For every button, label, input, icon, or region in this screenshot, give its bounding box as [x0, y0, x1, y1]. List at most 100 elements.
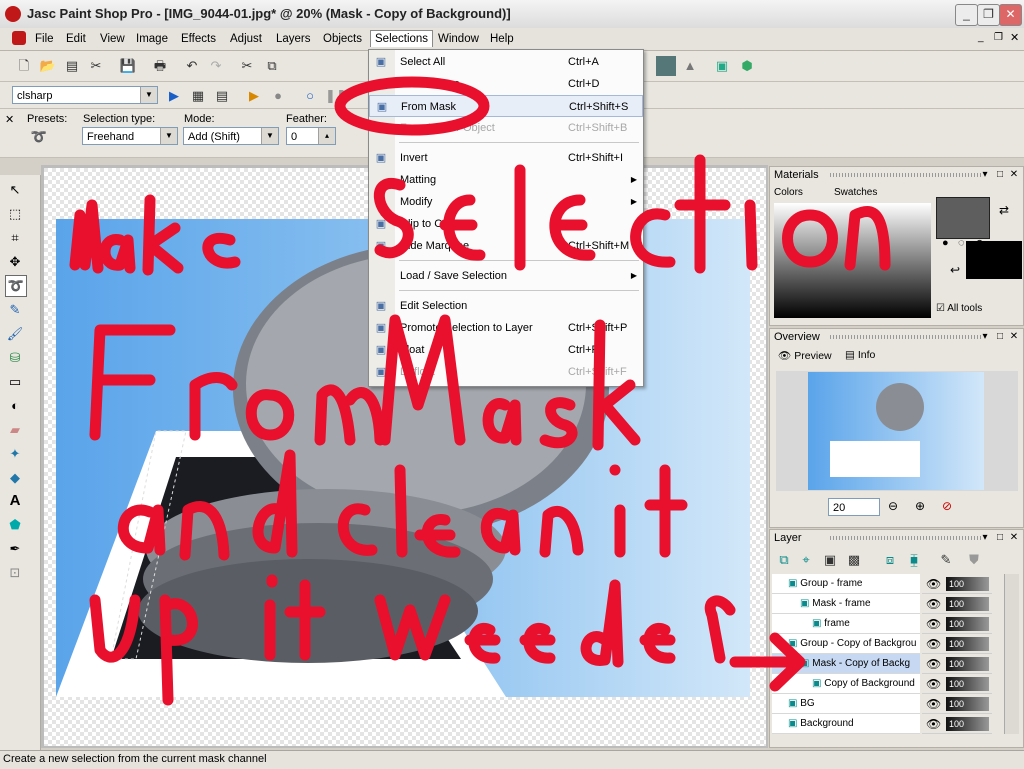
menu-item-load-save-selection[interactable]: Load / Save Selection ▶ — [369, 265, 643, 287]
color-mode-icon[interactable]: ● — [942, 237, 949, 249]
layer-row[interactable]: ▣ frame — [772, 614, 920, 634]
panel-maximize-icon[interactable]: □ — [993, 530, 1007, 546]
toolbar-image-icon[interactable] — [656, 56, 676, 76]
stepper-icon[interactable]: ▴ — [318, 128, 335, 144]
redo-icon[interactable]: ↷ — [206, 56, 226, 76]
layer-row[interactable]: ▣ Background — [772, 714, 920, 734]
opacity-slider[interactable]: 100 — [946, 657, 989, 671]
undo-icon[interactable]: ↶ — [182, 56, 202, 76]
gradient-mode-icon[interactable]: ◌ — [958, 237, 965, 249]
print-icon[interactable]: 🖶 — [150, 56, 170, 76]
picture-tube-tool-icon[interactable]: ✦ — [5, 444, 25, 464]
open-icon[interactable]: 📂 — [38, 56, 58, 76]
minimize-button[interactable]: _ — [955, 4, 978, 26]
crop-tool-icon[interactable]: ⌗ — [5, 228, 25, 248]
selection-tool-icon[interactable]: ⬚ — [5, 204, 25, 224]
panel-menu-icon[interactable]: ▾ — [978, 329, 992, 345]
zoom-out-icon[interactable]: ⊖ — [888, 499, 898, 513]
menu-item-clip-to-canvas[interactable]: ▣ Clip to Canvas — [369, 213, 643, 235]
menu-selections[interactable]: Selections — [370, 30, 434, 47]
zoom-input[interactable]: 20 — [828, 498, 880, 516]
eraser-tool-icon[interactable]: ▰ — [5, 420, 25, 440]
tab-colors[interactable]: Colors — [774, 187, 803, 198]
browse-icon[interactable]: ▤ — [62, 56, 82, 76]
menu-item-hide-marquee[interactable]: ▣ Hide Marquee Ctrl+Shift+M — [369, 235, 643, 257]
new-vector-layer-icon[interactable]: ⌖ — [796, 550, 816, 570]
color-replacer-icon[interactable]: ▭ — [5, 372, 25, 392]
script-select[interactable]: clsharp ▼ — [12, 86, 158, 104]
no-fill-icon[interactable]: ⊘ — [975, 237, 984, 250]
opacity-slider[interactable]: 100 — [946, 577, 989, 591]
layer-row[interactable]: ▣ Mask - Copy of Backg — [772, 654, 920, 674]
clone-brush-icon[interactable]: ⛁ — [5, 348, 25, 368]
menu-item-select-all[interactable]: ▣ Select All Ctrl+A — [369, 51, 643, 73]
panel-close-icon[interactable]: ✕ — [1007, 167, 1021, 183]
picture-tube-icon[interactable]: ▣ — [712, 56, 732, 76]
menu-image[interactable]: Image — [132, 31, 172, 47]
layer-row[interactable]: ▣ Group - frame — [772, 574, 920, 594]
overview-thumbnail[interactable] — [776, 371, 1018, 491]
opacity-slider[interactable]: 100 — [946, 637, 989, 651]
panel-close-icon[interactable]: ✕ — [1007, 329, 1021, 345]
save-icon[interactable]: 💾 — [118, 56, 138, 76]
menu-item-select-none[interactable]: ▣ Select None Ctrl+D — [369, 73, 643, 95]
mode-select[interactable]: Add (Shift) ▼ — [183, 127, 279, 145]
tab-info[interactable]: ▤ Info — [845, 349, 875, 361]
visibility-eye-icon[interactable]: 👁 — [926, 677, 941, 691]
layers-scrollbar[interactable] — [1004, 574, 1019, 734]
restore-button[interactable]: ❐ — [977, 4, 1000, 26]
preset-lasso-icon[interactable]: ➰ — [29, 127, 49, 147]
pause-icon[interactable]: ❚❚ — [324, 86, 347, 106]
layer-properties-icon[interactable]: ✎ — [936, 550, 956, 570]
menu-item-edit-selection[interactable]: ▣ Edit Selection — [369, 295, 643, 317]
menu-file[interactable]: File — [31, 31, 58, 47]
foreground-swatch[interactable] — [936, 197, 990, 239]
tab-swatches[interactable]: Swatches — [834, 187, 877, 198]
visibility-eye-icon[interactable]: 👁 — [926, 617, 941, 631]
layer-link-icon[interactable]: ⛊ — [964, 550, 984, 570]
opacity-slider[interactable]: 100 — [946, 617, 989, 631]
layer-row[interactable]: ▣ Copy of Background — [772, 674, 920, 694]
menu-item-float[interactable]: ▣ Float Ctrl+F — [369, 339, 643, 361]
menu-item-from-mask[interactable]: ▣ From Mask Ctrl+Shift+S — [369, 95, 643, 117]
paint-brush-icon[interactable]: 🖌 — [5, 324, 25, 344]
selection-type-select[interactable]: Freehand ▼ — [82, 127, 178, 145]
menu-item-invert[interactable]: ▣ Invert Ctrl+Shift+I — [369, 147, 643, 169]
cut-icon[interactable]: ✂ — [237, 56, 257, 76]
close-button[interactable]: ✕ — [999, 4, 1022, 26]
menu-edit[interactable]: Edit — [62, 31, 90, 47]
opacity-slider[interactable]: 100 — [946, 677, 989, 691]
visibility-eye-icon[interactable]: 👁 — [926, 597, 941, 611]
feather-input[interactable]: 0 ▴ — [286, 127, 336, 145]
visibility-eye-icon[interactable]: 👁 — [926, 577, 941, 591]
all-tools-checkbox[interactable]: ☑ All tools — [936, 303, 982, 314]
panel-close-icon[interactable]: ✕ — [1007, 530, 1021, 546]
visibility-eye-icon[interactable]: 👁 — [926, 717, 941, 731]
new-mask-layer-icon[interactable]: ▩ — [844, 550, 864, 570]
copy-icon[interactable]: ⧉ — [262, 56, 282, 76]
opacity-slider[interactable]: 100 — [946, 597, 989, 611]
script-list-icon[interactable]: ▤ — [212, 86, 232, 106]
swap-colors-icon[interactable]: ⇄ — [999, 203, 1009, 217]
panel-maximize-icon[interactable]: □ — [993, 167, 1007, 183]
delete-layer-icon[interactable]: ⧯ — [904, 550, 924, 570]
tab-preview[interactable]: 👁 Preview — [778, 349, 832, 362]
menu-view[interactable]: View — [96, 31, 129, 47]
menu-help[interactable]: Help — [486, 31, 518, 47]
panel-maximize-icon[interactable]: □ — [993, 329, 1007, 345]
opacity-slider[interactable]: 100 — [946, 697, 989, 711]
pen-tool-icon[interactable]: ✒ — [5, 539, 25, 559]
layer-row[interactable]: ▣ BG — [772, 694, 920, 714]
record-icon[interactable]: ○ — [300, 86, 320, 106]
script-edit-icon[interactable]: ▦ — [188, 86, 208, 106]
stop-icon[interactable]: ● — [268, 86, 288, 106]
panel-menu-icon[interactable]: ▾ — [978, 167, 992, 183]
visibility-eye-icon[interactable]: 👁 — [926, 697, 941, 711]
mdi-close-icon[interactable]: ✕ — [1010, 31, 1019, 44]
pick-tool-icon[interactable]: ↖ — [5, 180, 25, 200]
new-icon[interactable]: 🗋 — [14, 56, 34, 76]
visibility-eye-icon[interactable]: 👁 — [926, 637, 941, 651]
duplicate-layer-icon[interactable]: ⧈ — [880, 550, 900, 570]
color-picker-spectrum[interactable] — [774, 203, 931, 318]
triangle-icon[interactable]: ▲ — [680, 56, 700, 76]
